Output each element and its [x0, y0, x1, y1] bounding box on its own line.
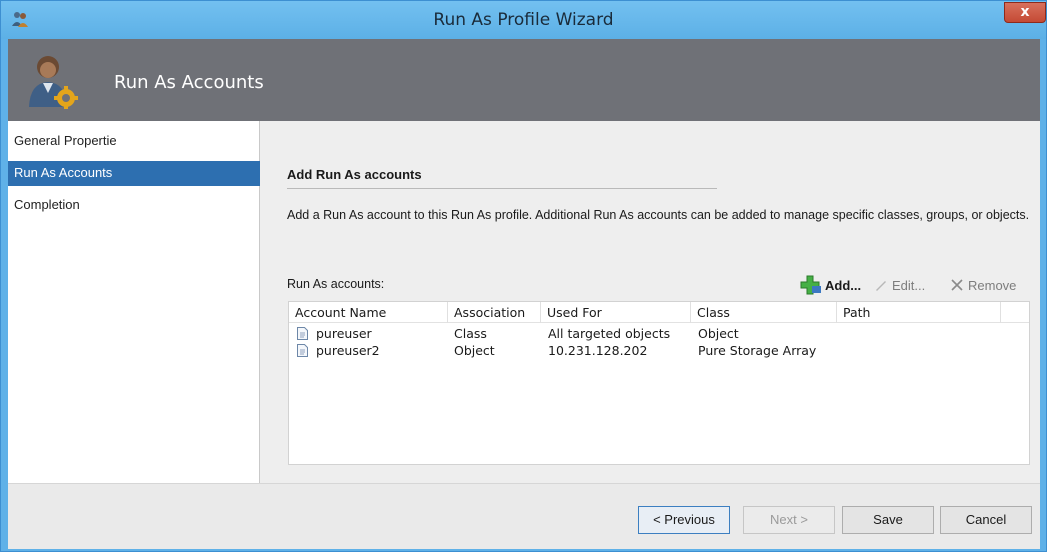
table-row[interactable]: pureuser Class All targeted objects Obje… [289, 325, 1029, 342]
nav-item-general-properties[interactable]: General Propertie [8, 129, 260, 154]
edit-account-label: Edit... [892, 277, 926, 293]
close-button[interactable]: x [1004, 2, 1046, 23]
pencil-icon [876, 281, 886, 291]
cell-association: Class [454, 326, 487, 341]
window-title: Run As Profile Wizard [433, 10, 614, 30]
cell-used-for: 10.231.128.202 [548, 343, 648, 358]
nav-item-run-as-accounts[interactable]: Run As Accounts [8, 161, 260, 186]
remove-account-label: Remove [968, 277, 1017, 293]
section-description: Add a Run As account to this Run As prof… [287, 208, 1030, 222]
section-divider [287, 188, 717, 189]
column-header-path[interactable]: Path [837, 302, 1001, 323]
previous-button[interactable]: < Previous [638, 506, 730, 534]
column-header-association[interactable]: Association [448, 302, 541, 323]
add-account-label: Add... [825, 277, 862, 293]
wizard-window: Run As Profile Wizard x Run As Accounts … [0, 0, 1047, 552]
section-title: Add Run As accounts [287, 167, 422, 182]
wizard-footer: < Previous Next > Save Cancel [8, 483, 1040, 549]
cell-association: Object [454, 343, 495, 358]
cancel-button[interactable]: Cancel [940, 506, 1032, 534]
cell-class: Object [698, 326, 739, 341]
accounts-toolbar: Add... Edit... Remove [800, 274, 1036, 296]
cell-account-name: pureuser2 [316, 343, 380, 358]
column-header-class[interactable]: Class [691, 302, 837, 323]
column-header-account-name[interactable]: Account Name [289, 302, 448, 323]
remove-x-icon [951, 279, 963, 291]
cell-class: Pure Storage Array [698, 343, 817, 358]
add-account-button[interactable]: Add... [800, 274, 861, 296]
accounts-table[interactable]: Account Name Association Used For Class … [288, 301, 1030, 465]
cell-account-name: pureuser [316, 326, 372, 341]
save-button[interactable]: Save [842, 506, 934, 534]
account-document-icon [297, 327, 308, 340]
wizard-steps-nav: General Propertie Run As Accounts Comple… [8, 121, 260, 483]
title-bar[interactable]: Run As Profile Wizard x [1, 1, 1046, 39]
add-icon [800, 275, 821, 295]
page-header-title: Run As Accounts [114, 72, 264, 93]
user-gear-icon [29, 56, 78, 109]
accounts-list-label: Run As accounts: [287, 277, 385, 291]
accounts-table-header: Account Name Association Used For Class … [289, 302, 1029, 323]
column-header-used-for[interactable]: Used For [541, 302, 691, 323]
page-header: Run As Accounts [8, 39, 1040, 121]
edit-account-button[interactable]: Edit... [874, 274, 925, 296]
table-row[interactable]: pureuser2 Object 10.231.128.202 Pure Sto… [289, 342, 1029, 359]
account-document-icon [297, 344, 308, 357]
next-button[interactable]: Next > [743, 506, 835, 534]
content-panel: Add Run As accounts Add a Run As account… [260, 121, 1040, 483]
nav-item-completion[interactable]: Completion [8, 193, 260, 218]
remove-account-button[interactable]: Remove [950, 274, 1016, 296]
cell-used-for: All targeted objects [548, 326, 671, 341]
